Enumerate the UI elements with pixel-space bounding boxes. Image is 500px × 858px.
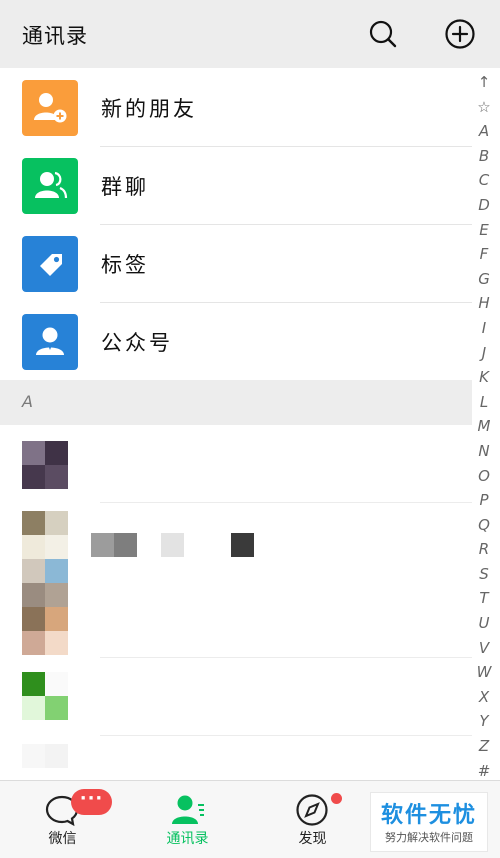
avatar — [22, 511, 68, 655]
avatar — [22, 744, 68, 768]
tab-label: 通讯录 — [166, 831, 209, 847]
menu-item-label: 公众号 — [101, 331, 173, 355]
page-title: 通讯录 — [22, 24, 88, 48]
index-letter[interactable]: G — [472, 267, 496, 292]
add-button[interactable] — [444, 18, 476, 50]
tab-discover[interactable]: 发现 — [250, 781, 375, 858]
index-letter[interactable]: ☆ — [472, 95, 496, 120]
index-letter[interactable]: L — [472, 390, 496, 415]
search-button[interactable] — [367, 18, 399, 50]
contact-row[interactable] — [0, 736, 472, 780]
unread-badge: ··· — [71, 789, 112, 815]
index-letter[interactable]: Y — [472, 709, 496, 734]
section-header-a: A — [0, 380, 472, 425]
avatar — [22, 441, 68, 489]
tab-chats[interactable]: ··· 微信 — [0, 781, 125, 858]
index-letter[interactable]: U — [472, 611, 496, 636]
tab-label: 发现 — [298, 831, 327, 847]
menu-item-label: 标签 — [101, 253, 149, 277]
tab-label: 微信 — [48, 831, 77, 847]
alphabet-index[interactable]: ↑ ☆ A B C D E F G H I J K L M N O P Q R S T U V W X Y Z # — [472, 70, 496, 780]
tag-icon — [22, 236, 78, 292]
index-letter[interactable]: X — [472, 685, 496, 710]
contact-row[interactable] — [0, 658, 472, 736]
menu-item-label: 新的朋友 — [101, 97, 197, 121]
index-letter[interactable]: W — [472, 660, 496, 685]
index-letter[interactable]: I — [472, 316, 496, 341]
menu-item-tags[interactable]: 标签 — [0, 225, 472, 303]
compass-icon — [296, 794, 328, 826]
contacts-icon — [172, 795, 204, 824]
index-letter[interactable]: O — [472, 464, 496, 489]
index-letter[interactable]: K — [472, 365, 496, 390]
menu-item-official-accounts[interactable]: 公众号 — [0, 303, 472, 381]
watermark-logo: 软件无忧 努力解决软件问题 — [370, 792, 488, 852]
new-friend-icon — [22, 80, 78, 136]
index-letter[interactable]: N — [472, 439, 496, 464]
watermark-subtitle: 努力解决软件问题 — [385, 831, 473, 844]
new-indicator-dot — [331, 793, 342, 804]
group-chat-icon — [22, 158, 78, 214]
official-account-icon — [22, 314, 78, 370]
index-letter[interactable]: M — [472, 414, 496, 439]
index-letter[interactable]: Q — [472, 513, 496, 538]
menu-item-new-friends[interactable]: 新的朋友 — [0, 69, 472, 147]
index-letter[interactable]: A — [472, 119, 496, 144]
menu-item-label: 群聊 — [101, 175, 149, 199]
index-letter[interactable]: F — [472, 242, 496, 267]
menu-item-group-chats[interactable]: 群聊 — [0, 147, 472, 225]
name-placeholder — [161, 533, 184, 557]
top-bar: 通讯录 — [0, 0, 500, 68]
tab-contacts[interactable]: 通讯录 — [125, 781, 250, 858]
section-letter: A — [22, 392, 33, 411]
plus-circle-icon — [445, 19, 475, 49]
index-letter[interactable]: C — [472, 168, 496, 193]
index-letter[interactable]: E — [472, 218, 496, 243]
index-letter[interactable]: T — [472, 586, 496, 611]
index-letter[interactable]: H — [472, 291, 496, 316]
contact-row[interactable] — [0, 503, 472, 658]
search-icon — [369, 20, 397, 48]
index-letter[interactable]: V — [472, 636, 496, 661]
name-placeholder — [231, 533, 254, 557]
index-letter[interactable]: D — [472, 193, 496, 218]
name-placeholder — [91, 533, 137, 557]
index-letter[interactable]: P — [472, 488, 496, 513]
avatar — [22, 672, 68, 720]
watermark-title: 软件无忧 — [380, 803, 477, 828]
index-letter[interactable]: B — [472, 144, 496, 169]
contact-row[interactable] — [0, 425, 472, 503]
index-letter[interactable]: S — [472, 562, 496, 587]
index-letter[interactable]: Z — [472, 734, 496, 759]
index-letter[interactable]: R — [472, 537, 496, 562]
index-letter[interactable]: J — [472, 341, 496, 366]
index-letter[interactable]: ↑ — [472, 70, 496, 95]
